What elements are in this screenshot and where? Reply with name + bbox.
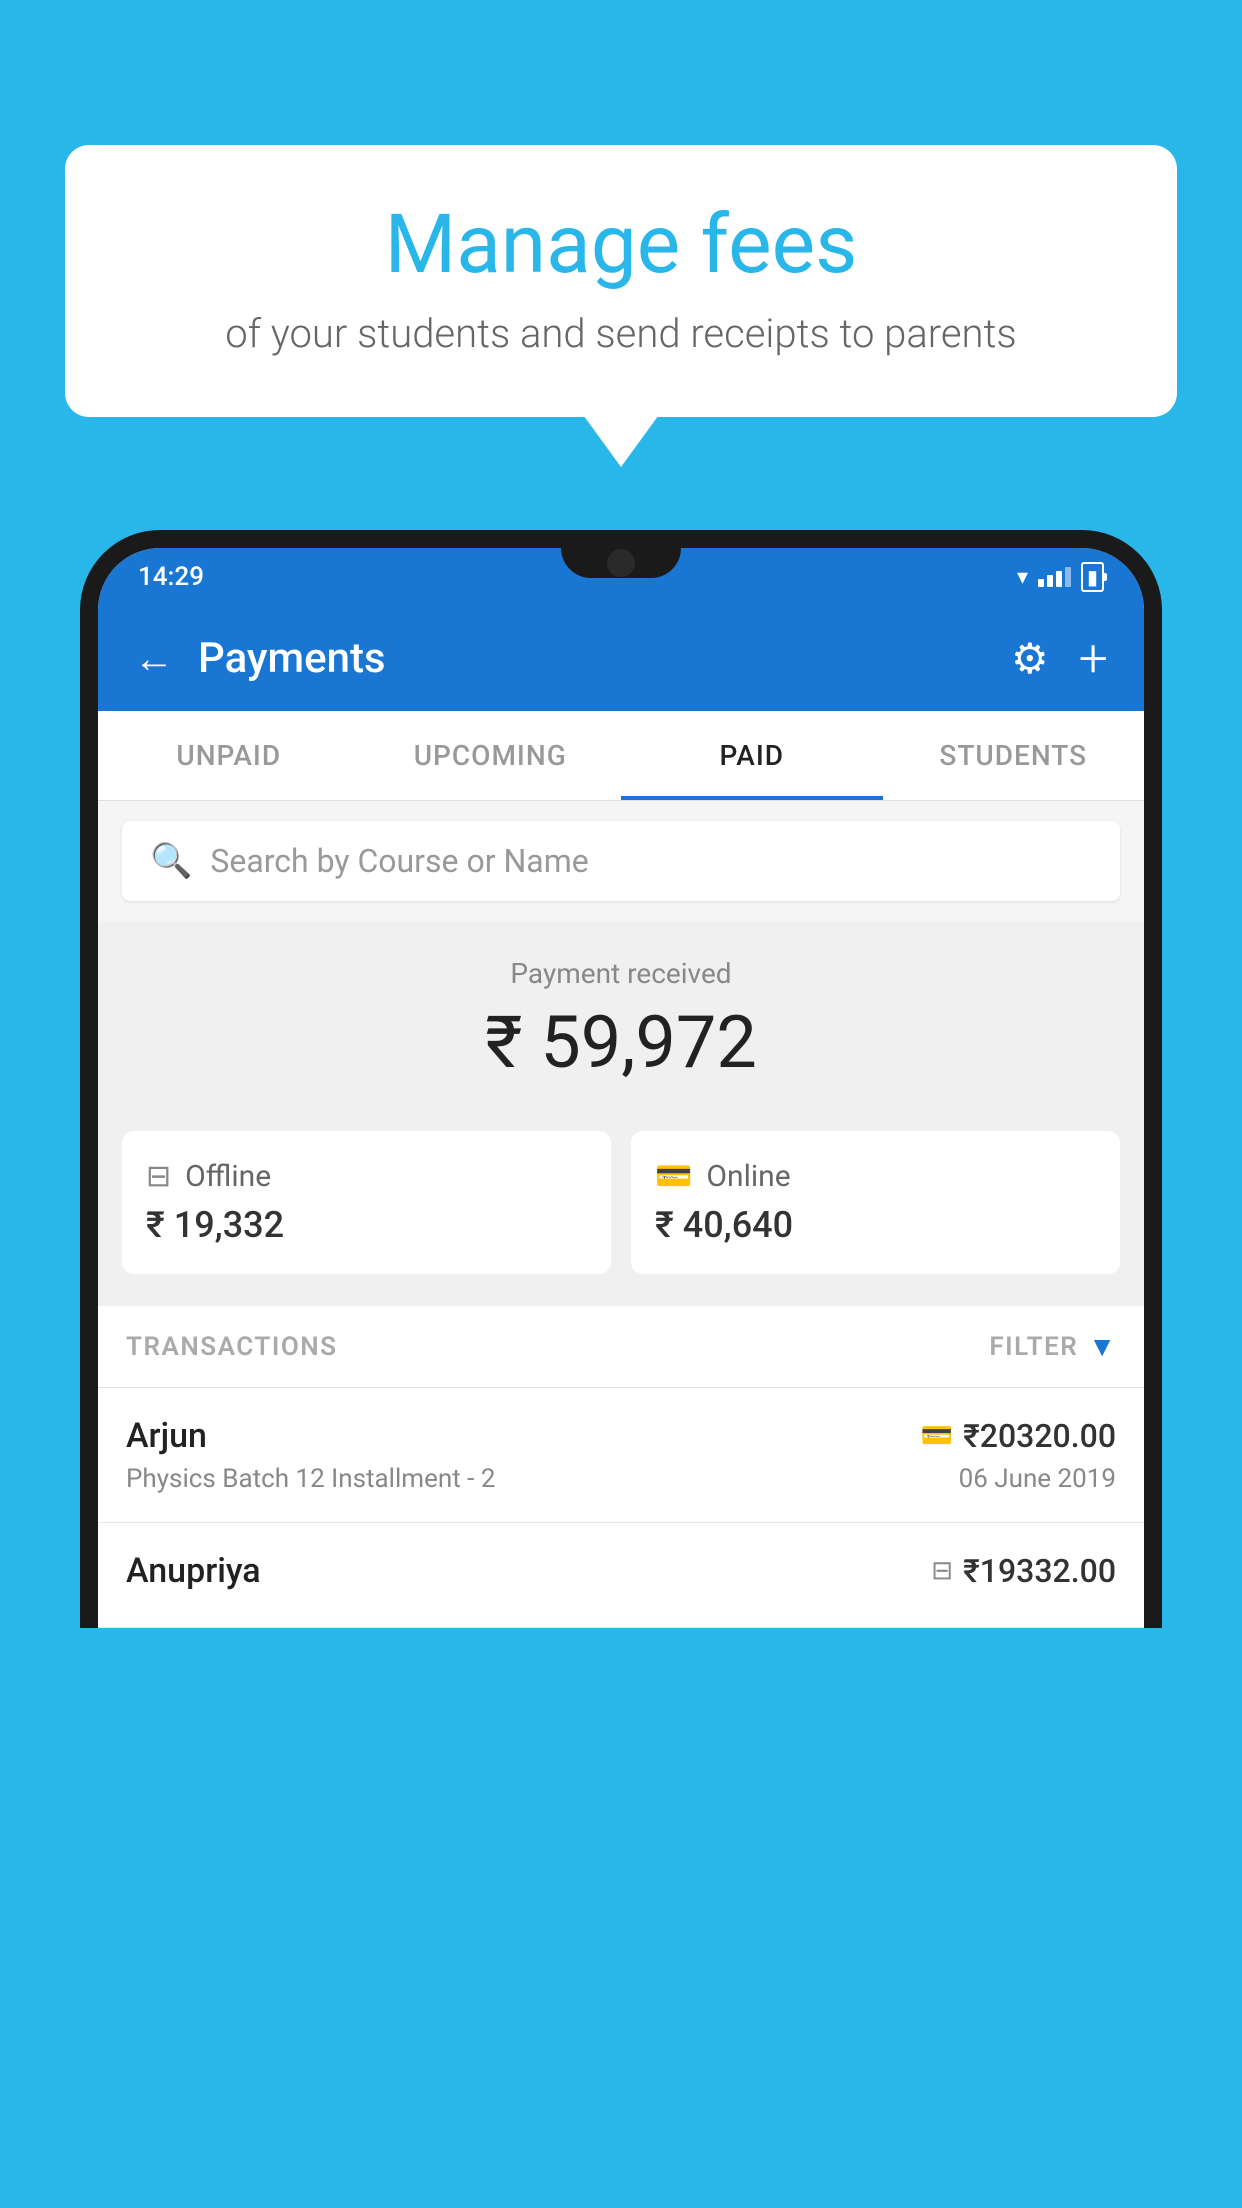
card-payment-icon: 💳 xyxy=(921,1421,953,1451)
camera-dot xyxy=(607,549,635,577)
phone-outer: 14:29 ▾ ▮ xyxy=(80,530,1162,1628)
tab-upcoming[interactable]: UPCOMING xyxy=(360,711,622,800)
transaction-top-anupriya: Anupriya ⊟ ₹19332.00 xyxy=(126,1551,1116,1591)
bubble-subtitle: of your students and send receipts to pa… xyxy=(125,310,1117,357)
transaction-amount-wrap-anupriya: ⊟ ₹19332.00 xyxy=(931,1552,1116,1590)
battery-icon: ▮ xyxy=(1081,562,1104,592)
page-title: Payments xyxy=(198,634,386,683)
payment-label: Payment received xyxy=(122,957,1120,990)
transaction-name-anupriya: Anupriya xyxy=(126,1551,261,1591)
offline-card-top: ⊟ Offline xyxy=(146,1159,587,1194)
phone-container: 14:29 ▾ ▮ xyxy=(80,530,1162,2208)
offline-payment-icon: ⊟ xyxy=(146,1159,171,1194)
search-input[interactable]: Search by Course or Name xyxy=(210,842,588,880)
filter-icon: ▼ xyxy=(1088,1330,1116,1363)
transaction-name-arjun: Arjun xyxy=(126,1416,207,1456)
payment-received-section: Payment received ₹ 59,972 xyxy=(98,921,1144,1115)
online-amount: ₹ 40,640 xyxy=(655,1204,1096,1246)
tabs-container: UNPAID UPCOMING PAID STUDENTS xyxy=(98,711,1144,801)
settings-icon[interactable]: ⚙ xyxy=(1011,634,1049,684)
offline-payment-icon-row: ⊟ xyxy=(931,1556,953,1586)
tab-students[interactable]: STUDENTS xyxy=(883,711,1145,800)
offline-card: ⊟ Offline ₹ 19,332 xyxy=(122,1131,611,1274)
search-container: 🔍 Search by Course or Name xyxy=(98,801,1144,921)
transaction-top-arjun: Arjun 💳 ₹20320.00 xyxy=(126,1416,1116,1456)
speech-bubble-container: Manage fees of your students and send re… xyxy=(65,145,1177,417)
tab-paid[interactable]: PAID xyxy=(621,711,883,800)
status-time: 14:29 xyxy=(138,562,204,592)
filter-button[interactable]: FILTER ▼ xyxy=(989,1330,1116,1363)
payment-amount: ₹ 59,972 xyxy=(122,1000,1120,1085)
transaction-bottom-arjun: Physics Batch 12 Installment - 2 06 June… xyxy=(126,1464,1116,1494)
transaction-course-arjun: Physics Batch 12 Installment - 2 xyxy=(126,1464,495,1494)
transaction-amount-anupriya: ₹19332.00 xyxy=(963,1552,1116,1590)
transaction-date-arjun: 06 June 2019 xyxy=(959,1464,1116,1494)
status-icons: ▾ ▮ xyxy=(1017,562,1104,592)
transactions-header: TRANSACTIONS FILTER ▼ xyxy=(98,1306,1144,1388)
phone-notch xyxy=(561,548,681,578)
offline-label: Offline xyxy=(185,1159,271,1194)
transaction-amount-wrap-arjun: 💳 ₹20320.00 xyxy=(921,1417,1116,1455)
wifi-icon: ▾ xyxy=(1017,565,1028,590)
transaction-amount-arjun: ₹20320.00 xyxy=(963,1417,1116,1455)
online-payment-icon: 💳 xyxy=(655,1159,692,1194)
header-right: ⚙ + xyxy=(1011,628,1108,689)
signal-icon xyxy=(1038,567,1071,587)
search-icon: 🔍 xyxy=(150,841,192,881)
table-row[interactable]: Anupriya ⊟ ₹19332.00 xyxy=(98,1523,1144,1628)
search-box[interactable]: 🔍 Search by Course or Name xyxy=(122,821,1120,901)
online-card-top: 💳 Online xyxy=(655,1159,1096,1194)
offline-amount: ₹ 19,332 xyxy=(146,1204,587,1246)
phone-screen: 14:29 ▾ ▮ xyxy=(98,548,1144,1628)
tab-unpaid[interactable]: UNPAID xyxy=(98,711,360,800)
header-left: ← Payments xyxy=(134,634,386,683)
transactions-label: TRANSACTIONS xyxy=(126,1332,338,1362)
back-button[interactable]: ← xyxy=(134,635,174,682)
speech-bubble: Manage fees of your students and send re… xyxy=(65,145,1177,417)
online-label: Online xyxy=(706,1159,790,1194)
add-button[interactable]: + xyxy=(1079,628,1108,689)
bubble-title: Manage fees xyxy=(125,200,1117,290)
payment-cards-row: ⊟ Offline ₹ 19,332 💳 Online ₹ 40,640 xyxy=(98,1115,1144,1306)
app-header: ← Payments ⚙ + xyxy=(98,606,1144,711)
filter-label: FILTER xyxy=(989,1332,1078,1362)
table-row[interactable]: Arjun 💳 ₹20320.00 Physics Batch 12 Insta… xyxy=(98,1388,1144,1523)
online-card: 💳 Online ₹ 40,640 xyxy=(631,1131,1120,1274)
